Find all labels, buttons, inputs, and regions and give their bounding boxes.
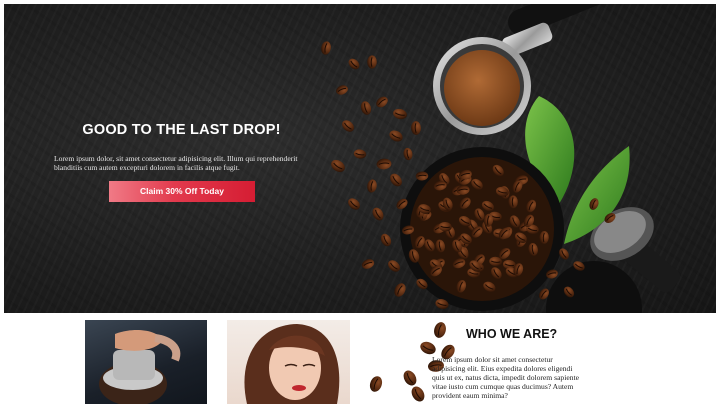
- coffee-bean: [376, 158, 392, 170]
- barista-image: [85, 320, 207, 404]
- coffee-bean: [394, 283, 406, 297]
- coffee-bean: [403, 370, 417, 386]
- coffee-bean: [389, 130, 403, 142]
- coffee-bean: [411, 386, 425, 402]
- coffee-bean: [361, 259, 375, 269]
- coffee-bean: [360, 101, 372, 115]
- hero-content: GOOD TO THE LAST DROP! Lorem ipsum dolor…: [54, 122, 309, 202]
- coffee-bean: [369, 376, 383, 392]
- coffee-bean: [353, 149, 367, 159]
- hero-banner: GOOD TO THE LAST DROP! Lorem ipsum dolor…: [4, 4, 716, 313]
- coffee-bean: [390, 173, 402, 187]
- coffee-bean: [367, 55, 377, 69]
- claim-offer-button[interactable]: Claim 30% Off Today: [109, 181, 255, 202]
- coffee-bean: [321, 41, 331, 55]
- coffee-bean: [411, 121, 421, 135]
- coffee-bean: [393, 108, 407, 120]
- coffee-bean: [388, 260, 400, 272]
- coffee-bean: [380, 233, 392, 247]
- coffee-bean: [331, 159, 345, 173]
- coffee-bean: [336, 85, 348, 95]
- coffee-bean: [367, 179, 377, 193]
- coffee-bean: [434, 322, 446, 338]
- coffee-bean: [348, 58, 360, 70]
- coffee-bean: [372, 207, 384, 221]
- coffee-bean: [348, 198, 360, 210]
- coffee-bean: [403, 147, 413, 161]
- coffee-bean: [376, 96, 388, 108]
- woman-image: [227, 320, 350, 404]
- coffee-bean: [342, 120, 354, 132]
- about-description: Lorem ipsum dolor sit amet consectetur a…: [432, 355, 579, 400]
- coffee-bean: [420, 341, 436, 355]
- hero-heading: GOOD TO THE LAST DROP!: [82, 122, 281, 138]
- hero-description: Lorem ipsum dolor, sit amet consectetur …: [54, 154, 298, 172]
- about-title: WHO WE ARE?: [466, 327, 558, 341]
